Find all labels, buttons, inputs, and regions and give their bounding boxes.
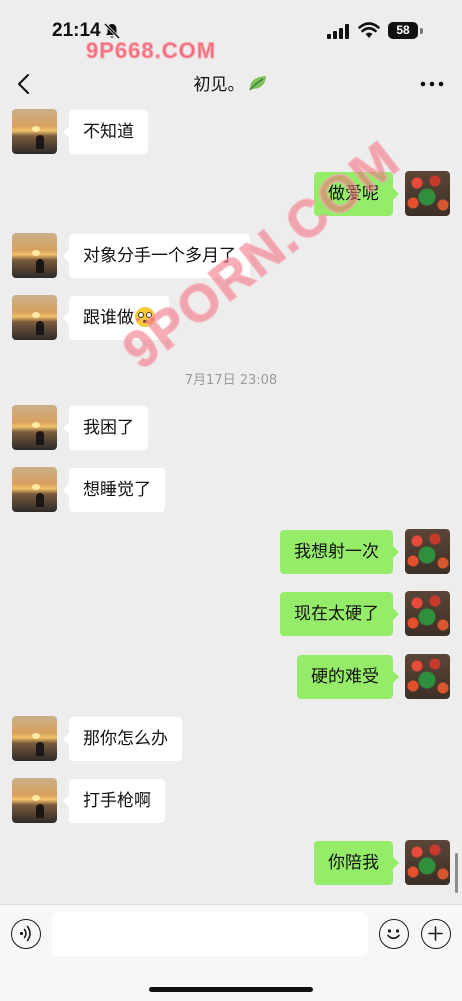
chat-title-wrap: 初见。 [0,70,462,95]
message-row: 我困了 [0,405,462,451]
message-row: 跟谁做 [0,295,462,341]
contact-avatar[interactable] [12,467,57,512]
message-bubble-received[interactable]: 不知道 [63,110,148,154]
more-dots-icon[interactable] [418,80,446,88]
chat-title: 初见。 [193,75,245,95]
message-list[interactable]: 不知道 做爱呢 对象分手一个多月了 跟谁做 7月17日 23:08 我困了 想睡… [0,106,462,904]
contact-avatar[interactable] [12,295,57,340]
my-avatar[interactable] [405,591,450,636]
my-avatar[interactable] [405,171,450,216]
message-input[interactable] [52,912,368,956]
wifi-icon [358,22,380,39]
leaf-icon [247,73,269,93]
my-avatar[interactable] [405,654,450,699]
chat-header: 初见。 [0,62,462,106]
message-row: 不知道 [0,109,462,155]
message-row: 对象分手一个多月了 [0,233,462,279]
message-row: 做爱呢 [0,171,462,217]
contact-avatar[interactable] [12,109,57,154]
message-bubble-received[interactable]: 跟谁做 [63,296,169,340]
message-row: 现在太硬了 [0,591,462,637]
my-avatar[interactable] [405,529,450,574]
contact-avatar[interactable] [12,405,57,450]
signal-icon [327,24,351,39]
plus-icon[interactable] [421,919,451,949]
my-avatar[interactable] [405,840,450,885]
message-row: 你陪我 [0,840,462,886]
message-text: 跟谁做 [83,308,134,328]
flushed-face-icon [135,307,155,327]
battery-tip [420,28,423,34]
message-bubble-sent[interactable]: 硬的难受 [297,655,399,699]
message-row: 我想射一次 [0,529,462,575]
voice-icon[interactable] [11,919,41,949]
message-timestamp: 7月17日 23:08 [184,373,278,388]
message-row: 打手枪啊 [0,778,462,824]
message-bubble-sent[interactable]: 我想射一次 [280,530,399,574]
message-bubble-received[interactable]: 那你怎么办 [63,717,182,761]
message-row: 那你怎么办 [0,716,462,762]
battery-icon: 58 [388,22,418,39]
emoji-icon[interactable] [379,919,409,949]
contact-avatar[interactable] [12,716,57,761]
message-bubble-received[interactable]: 对象分手一个多月了 [63,234,250,278]
message-bubble-received[interactable]: 我困了 [63,406,148,450]
status-bar: 21:14 9P668.COM 58 [0,0,462,64]
message-bubble-sent[interactable]: 做爱呢 [314,172,399,216]
scrollbar-thumb[interactable] [455,853,458,893]
message-bubble-sent[interactable]: 你陪我 [314,841,399,885]
contact-avatar[interactable] [12,233,57,278]
message-bubble-received[interactable]: 想睡觉了 [63,468,165,512]
home-indicator [149,987,313,992]
message-row: 硬的难受 [0,654,462,700]
message-bubble-received[interactable]: 打手枪啊 [63,779,165,823]
contact-avatar[interactable] [12,778,57,823]
message-bubble-sent[interactable]: 现在太硬了 [280,592,399,636]
input-bar [0,904,462,1001]
message-row: 想睡觉了 [0,467,462,513]
watermark-top: 9P668.COM [85,38,217,64]
